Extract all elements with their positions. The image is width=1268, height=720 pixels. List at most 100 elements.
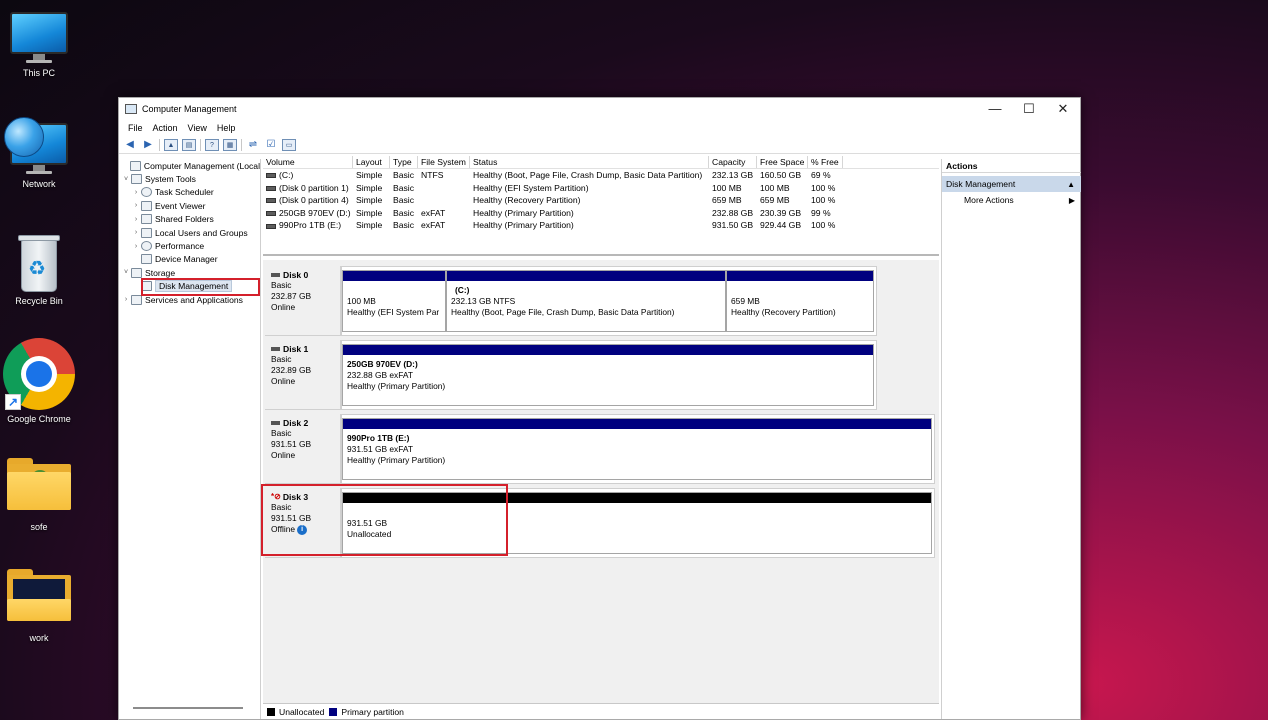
chevron-right-icon[interactable]: › xyxy=(131,216,141,223)
window-content: Computer Management (Local ˅ System Tools… xyxy=(119,156,1081,719)
desktop-icon-google-chrome[interactable]: ↗ Google Chrome xyxy=(0,338,78,424)
desktop-icon-network[interactable]: Network xyxy=(0,117,78,189)
partition-block[interactable]: 990Pro 1TB (E:) 931.51 GB exFAT Healthy (P… xyxy=(342,418,932,480)
toolbar-separator xyxy=(159,138,160,151)
volume-percent-free: 100 % xyxy=(811,182,836,193)
actions-item-more-actions[interactable]: More Actions ▶ xyxy=(942,192,1081,208)
disk-status: Offline xyxy=(271,524,296,534)
column-header-volume[interactable]: Volume xyxy=(263,156,353,168)
tree-item-task-scheduler[interactable]: › Task Scheduler xyxy=(121,186,260,199)
services-icon xyxy=(131,294,142,305)
partition-block[interactable]: (C:) 232.13 GB NTFS Healthy (Boot, Page Fi… xyxy=(446,270,726,332)
disk-label[interactable]: *⊘ Disk 3 Basic 931.51 GB Offline i xyxy=(265,488,341,558)
partition-size: 232.13 GB NTFS xyxy=(451,296,516,306)
column-header-file-system[interactable]: File System xyxy=(418,156,470,168)
partition-size: 232.88 GB exFAT xyxy=(347,370,413,380)
partition-size: 100 MB xyxy=(347,296,376,306)
desktop-icon-this-pc[interactable]: This PC xyxy=(0,12,78,78)
volume-free-space: 230.39 GB xyxy=(760,207,802,218)
menu-view[interactable]: View xyxy=(183,123,212,133)
close-button[interactable]: ✕ xyxy=(1046,98,1080,120)
actions-section-disk-management[interactable]: Disk Management ▲ xyxy=(942,176,1081,192)
maximize-button[interactable]: ☐ xyxy=(1012,98,1046,120)
chrome-icon: ↗ xyxy=(3,338,75,410)
chevron-down-icon[interactable]: ˅ xyxy=(121,176,131,183)
tree-horizontal-scrollbar[interactable] xyxy=(133,707,243,709)
menu-help[interactable]: Help xyxy=(212,123,241,133)
partition-status: Healthy (Primary Partition) xyxy=(347,381,446,391)
disk-label[interactable]: Disk 0 Basic 232.87 GB Online xyxy=(265,266,341,336)
info-icon[interactable]: i xyxy=(297,524,308,535)
volume-row[interactable]: (Disk 0 partition 4) Simple Basic Health… xyxy=(263,194,939,207)
column-header-capacity[interactable]: Capacity xyxy=(709,156,757,168)
computer-management-icon xyxy=(125,104,137,114)
menu-file[interactable]: File xyxy=(123,123,148,133)
properties-icon[interactable]: ▦ xyxy=(223,138,237,151)
column-header-free-space[interactable]: Free Space xyxy=(757,156,808,168)
actions-item-label: More Actions xyxy=(964,195,1014,205)
drive-icon xyxy=(266,223,276,229)
column-header-type[interactable]: Type xyxy=(390,156,418,168)
folder-icon xyxy=(7,569,71,621)
desktop-icon-sofe[interactable]: sofe xyxy=(0,458,78,532)
tree-item-event-viewer[interactable]: › Event Viewer xyxy=(121,199,260,212)
tree-item-system-tools[interactable]: ˅ System Tools xyxy=(121,172,260,185)
actions-header: Actions xyxy=(942,159,1081,173)
up-folder-icon[interactable]: ▲ xyxy=(164,138,178,151)
primary-partition-bar xyxy=(343,271,445,281)
desktop-icon-recycle-bin[interactable]: ♻ Recycle Bin xyxy=(0,232,78,306)
chevron-right-icon[interactable]: › xyxy=(131,243,141,250)
partition-block[interactable]: 659 MB Healthy (Recovery Partition) xyxy=(726,270,874,332)
partition-block[interactable]: 250GB 970EV (D:) 232.88 GB exFAT Healthy (… xyxy=(342,344,874,406)
help-icon[interactable]: ? xyxy=(205,138,219,151)
tree-item-shared-folders[interactable]: › Shared Folders xyxy=(121,213,260,226)
disk-size: 232.89 GB xyxy=(271,365,312,375)
column-header-layout[interactable]: Layout xyxy=(353,156,390,168)
back-arrow-icon[interactable]: ◀ xyxy=(123,139,137,151)
volume-row[interactable]: (C:) Simple Basic NTFS Healthy (Boot, Pa… xyxy=(263,169,939,182)
volume-free-space: 100 MB xyxy=(760,182,790,193)
tree-item-device-manager[interactable]: Device Manager xyxy=(121,253,260,266)
tools-icon xyxy=(131,174,142,185)
tree-item-performance[interactable]: › Performance xyxy=(121,239,260,252)
partition-status: Healthy (Boot, Page File, Crash Dump, Ba… xyxy=(451,307,675,317)
chevron-right-icon[interactable]: › xyxy=(131,229,141,236)
collapse-up-icon[interactable]: ▲ xyxy=(1067,180,1081,189)
partition-status: Healthy (Recovery Partition) xyxy=(731,307,836,317)
checklist-icon[interactable]: ☑ xyxy=(264,139,278,151)
tree-item-disk-management[interactable]: Disk Management xyxy=(121,280,260,293)
disk-row: Disk 1 Basic 232.89 GB Online 250GB 970E… xyxy=(263,340,939,410)
disk-name: Disk 1 xyxy=(283,344,309,354)
forward-arrow-icon[interactable]: ▶ xyxy=(141,139,155,151)
show-hide-tree-icon[interactable]: ▤ xyxy=(182,138,196,151)
connect-icon[interactable]: ⇌ xyxy=(246,139,260,151)
menu-action[interactable]: Action xyxy=(148,123,183,133)
disk-label[interactable]: Disk 2 Basic 931.51 GB Online xyxy=(265,414,341,484)
volume-status: Healthy (Boot, Page File, Crash Dump, Ba… xyxy=(473,170,703,180)
column-header-percent-free[interactable]: % Free xyxy=(808,156,843,168)
unallocated-block[interactable]: 931.51 GB Unallocated xyxy=(342,492,932,554)
view-icon[interactable]: ▭ xyxy=(282,138,296,151)
storage-icon xyxy=(131,267,142,278)
tree-item-local-users-groups[interactable]: › Local Users and Groups xyxy=(121,226,260,239)
volume-row[interactable]: (Disk 0 partition 1) Simple Basic Health… xyxy=(263,182,939,195)
tree-item-computer-management[interactable]: Computer Management (Local xyxy=(121,159,260,172)
title-bar[interactable]: Computer Management — ☐ ✕ xyxy=(119,98,1080,120)
partition-block[interactable]: 100 MB Healthy (EFI System Par xyxy=(342,270,446,332)
chevron-right-icon[interactable]: › xyxy=(131,189,141,196)
disk-type: Basic xyxy=(271,280,292,290)
column-header-status[interactable]: Status xyxy=(470,156,709,168)
chevron-down-icon[interactable]: ˅ xyxy=(121,269,131,276)
tree-item-services-applications[interactable]: › Services and Applications xyxy=(121,293,260,306)
desktop-icon-work[interactable]: work xyxy=(0,569,78,643)
disk-label[interactable]: Disk 1 Basic 232.89 GB Online xyxy=(265,340,341,410)
minimize-button[interactable]: — xyxy=(978,98,1012,120)
volume-name: (Disk 0 partition 1) xyxy=(279,182,349,193)
volume-row[interactable]: 250GB 970EV (D:) Simple Basic exFAT Heal… xyxy=(263,207,939,220)
computer-management-window: Computer Management — ☐ ✕ File Action Vi… xyxy=(118,97,1081,720)
folder-icon xyxy=(7,458,71,510)
chevron-right-icon[interactable]: › xyxy=(121,296,131,303)
chevron-right-icon[interactable]: › xyxy=(131,202,141,209)
volume-row[interactable]: 990Pro 1TB (E:) Simple Basic exFAT Healt… xyxy=(263,219,939,232)
tree-item-storage[interactable]: ˅ Storage xyxy=(121,266,260,279)
